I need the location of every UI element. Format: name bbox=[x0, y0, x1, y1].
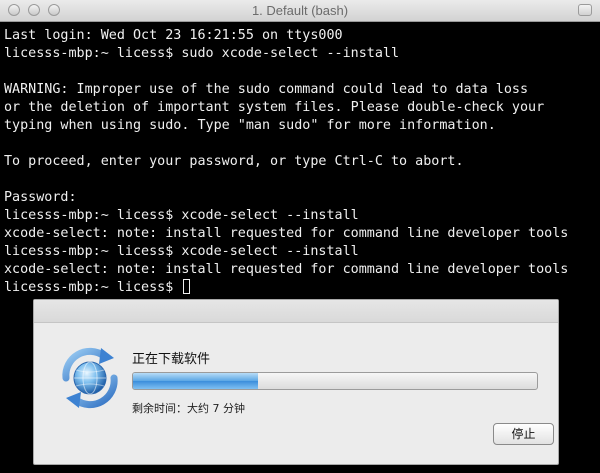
download-progress-bar bbox=[132, 372, 538, 390]
terminal-line: Last login: Wed Oct 23 16:21:55 on ttys0… bbox=[4, 28, 343, 43]
terminal-prompt: licesss-mbp:~ licess$ bbox=[4, 280, 182, 295]
stop-button[interactable]: 停止 bbox=[493, 423, 554, 445]
terminal-line: xcode-select: note: install requested fo… bbox=[4, 226, 569, 241]
terminal-line: WARNING: Improper use of the sudo comman… bbox=[4, 82, 529, 97]
terminal-line: Password: bbox=[4, 190, 77, 205]
terminal-line: licesss-mbp:~ licess$ xcode-select --ins… bbox=[4, 208, 359, 223]
terminal-line: To proceed, enter your password, or type… bbox=[4, 154, 464, 169]
terminal-line: licesss-mbp:~ licess$ sudo xcode-select … bbox=[4, 46, 400, 61]
terminal-line: xcode-select: note: install requested fo… bbox=[4, 262, 569, 277]
terminal-prompt-line: licesss-mbp:~ licess$ bbox=[4, 279, 600, 297]
dialog-title-bar bbox=[34, 300, 558, 323]
software-update-icon bbox=[62, 347, 118, 409]
download-status-title: 正在下载软件 bbox=[132, 352, 211, 367]
time-remaining: 剩余时间：大约 7 分钟 bbox=[132, 402, 245, 415]
window-title-bar: 1. Default (bash) bbox=[0, 0, 600, 22]
window-title: 1. Default (bash) bbox=[251, 3, 349, 18]
text-cursor bbox=[183, 279, 191, 294]
terminal-line: or the deletion of important system file… bbox=[4, 100, 545, 115]
terminal-line: licesss-mbp:~ licess$ xcode-select --ins… bbox=[4, 244, 359, 259]
download-dialog: 正在下载软件 剩余时间：大约 7 分钟 停止 bbox=[33, 299, 559, 465]
toolbar-toggle-button[interactable] bbox=[578, 4, 592, 16]
terminal-line: typing when using sudo. Type "man sudo" … bbox=[4, 118, 496, 133]
download-progress-fill bbox=[133, 373, 259, 389]
